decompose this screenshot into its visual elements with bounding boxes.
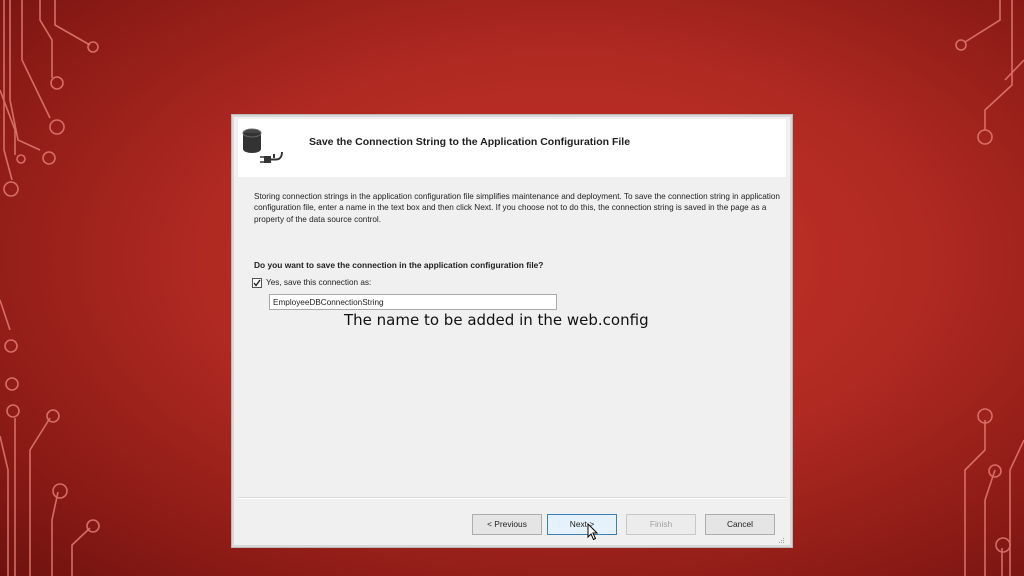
save-connection-checkbox[interactable] [252, 278, 262, 288]
database-plug-icon [242, 128, 283, 163]
wizard-dialog: Save the Connection String to the Applic… [231, 114, 793, 548]
next-button[interactable]: Next > [547, 514, 617, 535]
mouse-pointer-icon [587, 523, 599, 541]
dialog-title: Save the Connection String to the Applic… [309, 136, 631, 148]
wizard-header: Save the Connection String to the Applic… [238, 119, 786, 177]
save-connection-label[interactable]: Yes, save this connection as: [266, 278, 371, 287]
wizard-body: Save the Connection String to the Applic… [238, 119, 786, 545]
resize-grip-icon[interactable] [777, 536, 785, 544]
annotation-caption: The name to be added in the web.config [344, 311, 649, 329]
connection-name-input[interactable] [269, 294, 557, 310]
checkmark-icon [253, 279, 261, 287]
finish-button[interactable]: Finish [626, 514, 696, 535]
save-question: Do you want to save the connection in th… [254, 260, 544, 270]
description-text: Storing connection strings in the applic… [254, 192, 780, 224]
footer-separator [238, 497, 786, 499]
previous-button[interactable]: < Previous [472, 514, 542, 535]
cancel-button[interactable]: Cancel [705, 514, 775, 535]
